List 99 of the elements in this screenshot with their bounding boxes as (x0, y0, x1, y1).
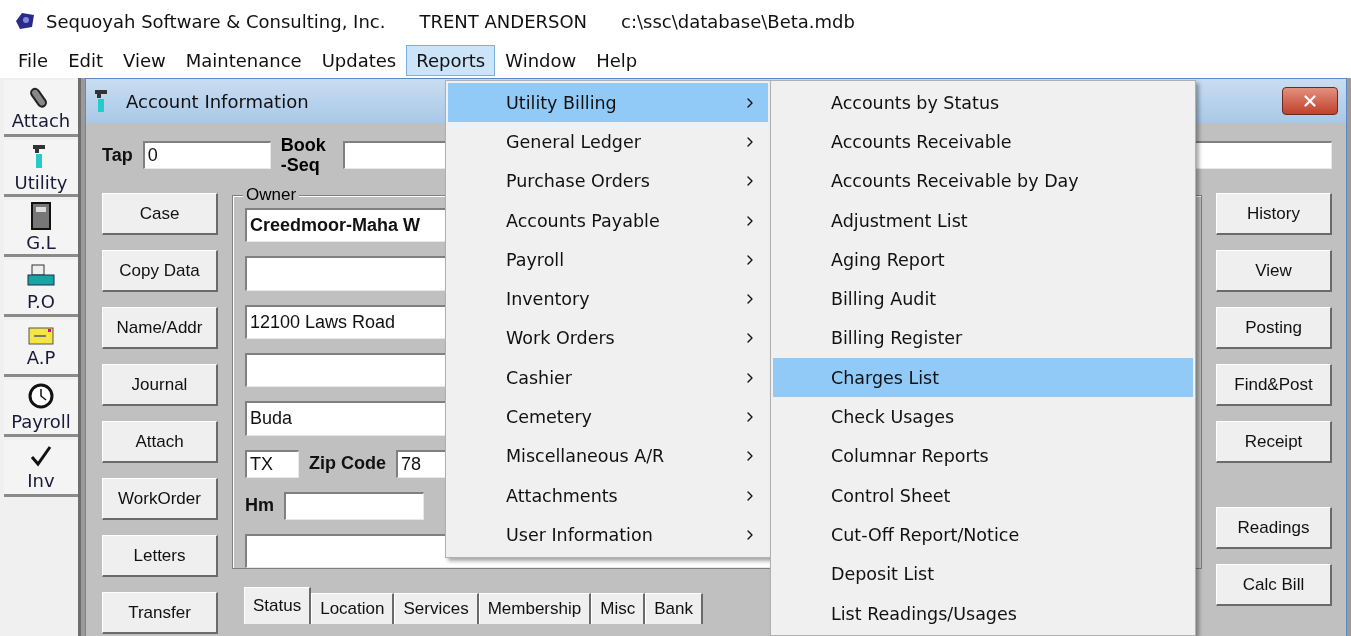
menu-entry-label: Miscellaneous A/R (506, 446, 665, 467)
toolbar-label: Attach (11, 109, 71, 131)
action-button[interactable]: History (1216, 193, 1332, 235)
menu-item[interactable]: File (8, 44, 59, 76)
window-title: Account Information (126, 90, 309, 112)
clock-icon (28, 382, 54, 409)
menu-entry[interactable]: Work Orders (448, 318, 768, 359)
menu-entry[interactable]: Billing Audit (773, 279, 1193, 319)
menu-entry[interactable]: Accounts by Status (773, 83, 1193, 123)
menu-item[interactable]: Window (495, 44, 587, 76)
toolbar-button[interactable]: Utility (4, 140, 78, 197)
state-field[interactable]: TX (245, 449, 299, 478)
action-button[interactable]: Transfer (102, 592, 218, 634)
action-button[interactable]: View (1216, 250, 1332, 292)
toolbar-button[interactable]: Attach (4, 80, 78, 137)
menu-entry-label: User Information (506, 524, 653, 545)
menu-entry[interactable]: List Readings/Usages (773, 593, 1193, 634)
menu-entry-label: Work Orders (506, 328, 615, 349)
menu-entry[interactable]: Miscellaneous A/R (448, 436, 768, 476)
menu-item[interactable]: Updates (311, 44, 407, 76)
tap-label: Tap (102, 144, 133, 166)
toolbar-label: A.P (26, 346, 56, 368)
menu-entry[interactable]: Cashier (448, 358, 768, 398)
menu-item[interactable]: Help (586, 44, 648, 76)
menu-entry-label: Payroll (506, 249, 565, 270)
menu-entry[interactable]: Accounts Receivable by Day (773, 161, 1193, 201)
tab[interactable]: Services (394, 593, 479, 624)
action-button[interactable]: Calc Bill (1216, 564, 1332, 606)
menu-entry-label: General Ledger (506, 131, 641, 152)
toolbar-button[interactable]: P.O (4, 260, 78, 317)
close-icon (1301, 92, 1319, 110)
tab[interactable]: Misc (591, 593, 646, 624)
menu-entry[interactable]: Adjustment List (773, 200, 1193, 241)
menu-entry[interactable]: Deposit List (773, 554, 1193, 594)
action-button[interactable]: Letters (102, 535, 218, 577)
action-button[interactable]: WorkOrder (102, 478, 218, 520)
toolbar-label: G.L (26, 231, 56, 253)
book-seq-label: Book -Seq (280, 135, 327, 175)
action-button[interactable]: Find&Post (1216, 364, 1332, 406)
tab[interactable]: Membership (478, 593, 592, 624)
toolbar-label: P.O (27, 290, 55, 312)
action-button[interactable]: Receipt (1216, 421, 1332, 463)
phone-field[interactable] (284, 491, 424, 520)
database-path: c:\ssc\database\Beta.mdb (621, 10, 855, 32)
close-button[interactable] (1282, 87, 1338, 115)
action-button[interactable]: Journal (102, 364, 218, 406)
menu-entry-label: Attachments (506, 485, 618, 506)
menu-entry[interactable]: Purchase Orders (448, 161, 768, 201)
menu-entry[interactable]: Control Sheet (773, 475, 1193, 516)
tap-field[interactable]: 0 (142, 141, 271, 169)
menu-entry[interactable]: Payroll (448, 240, 768, 280)
menu-item[interactable]: Reports (406, 44, 496, 76)
menu-entry-label: Inventory (506, 289, 590, 310)
toolbar-label: Payroll (11, 410, 71, 432)
menu-entry-label: Accounts Payable (506, 210, 660, 231)
menu-entry-label: Purchase Orders (506, 171, 650, 192)
menu-entry-label: Cashier (506, 367, 572, 388)
user-name: TRENT ANDERSON (419, 10, 588, 32)
menu-entry[interactable]: Accounts Receivable (773, 122, 1193, 162)
menu-entry[interactable]: Check Usages (773, 397, 1193, 437)
action-button[interactable]: Attach (102, 421, 218, 463)
action-button[interactable]: Name/Addr (102, 307, 218, 349)
toolbar-button[interactable]: Inv (4, 440, 78, 497)
menu-entry-label: Cemetery (506, 407, 592, 427)
envelope-icon (28, 326, 54, 345)
menu-item[interactable]: Maintenance (175, 44, 312, 76)
menu-entry-label: Utility Billing (506, 92, 617, 113)
action-button[interactable]: Posting (1216, 307, 1332, 349)
action-button[interactable]: Readings (1216, 507, 1332, 549)
toolbar-button[interactable]: A.P (4, 320, 78, 377)
toolbar-button[interactable]: G.L (4, 200, 78, 257)
menu-entry[interactable]: General Ledger (448, 122, 768, 162)
menu-entry[interactable]: Utility Billing (448, 83, 768, 123)
menu-entry[interactable]: Columnar Reports (773, 436, 1193, 476)
action-button[interactable]: Case (102, 193, 218, 235)
ledger-icon (31, 201, 51, 230)
menu-item[interactable]: View (113, 44, 176, 76)
tab[interactable]: Bank (645, 593, 703, 624)
phone-label: Hm (245, 495, 274, 517)
menu-entry[interactable]: Charges List (773, 358, 1193, 398)
zip-code-label: Zip Code (309, 453, 386, 475)
toolbar-label: Utility (14, 171, 68, 193)
menu-entry[interactable]: Cemetery (448, 397, 768, 437)
menu-entry[interactable]: Accounts Payable (448, 200, 768, 241)
toolbar-label: Inv (27, 469, 55, 491)
tab[interactable]: Status (244, 587, 312, 624)
action-button[interactable]: Copy Data (102, 250, 218, 292)
menu-entry[interactable]: Cut-Off Report/Notice (773, 515, 1193, 555)
toolbar-button[interactable]: Payroll (4, 380, 78, 437)
menu-entry[interactable]: Aging Report (773, 240, 1193, 280)
menu-entry[interactable]: User Information (448, 515, 768, 555)
menu-entry[interactable]: Inventory (448, 279, 768, 319)
menu-entry[interactable]: Billing Register (773, 318, 1193, 359)
app-logo-icon (14, 11, 36, 31)
company-name: Sequoyah Software & Consulting, Inc. (46, 10, 386, 32)
printer-icon (26, 262, 56, 289)
menu-entry[interactable]: Attachments (448, 475, 768, 516)
menu-item[interactable]: Edit (58, 44, 113, 76)
tab[interactable]: Location (311, 593, 395, 624)
